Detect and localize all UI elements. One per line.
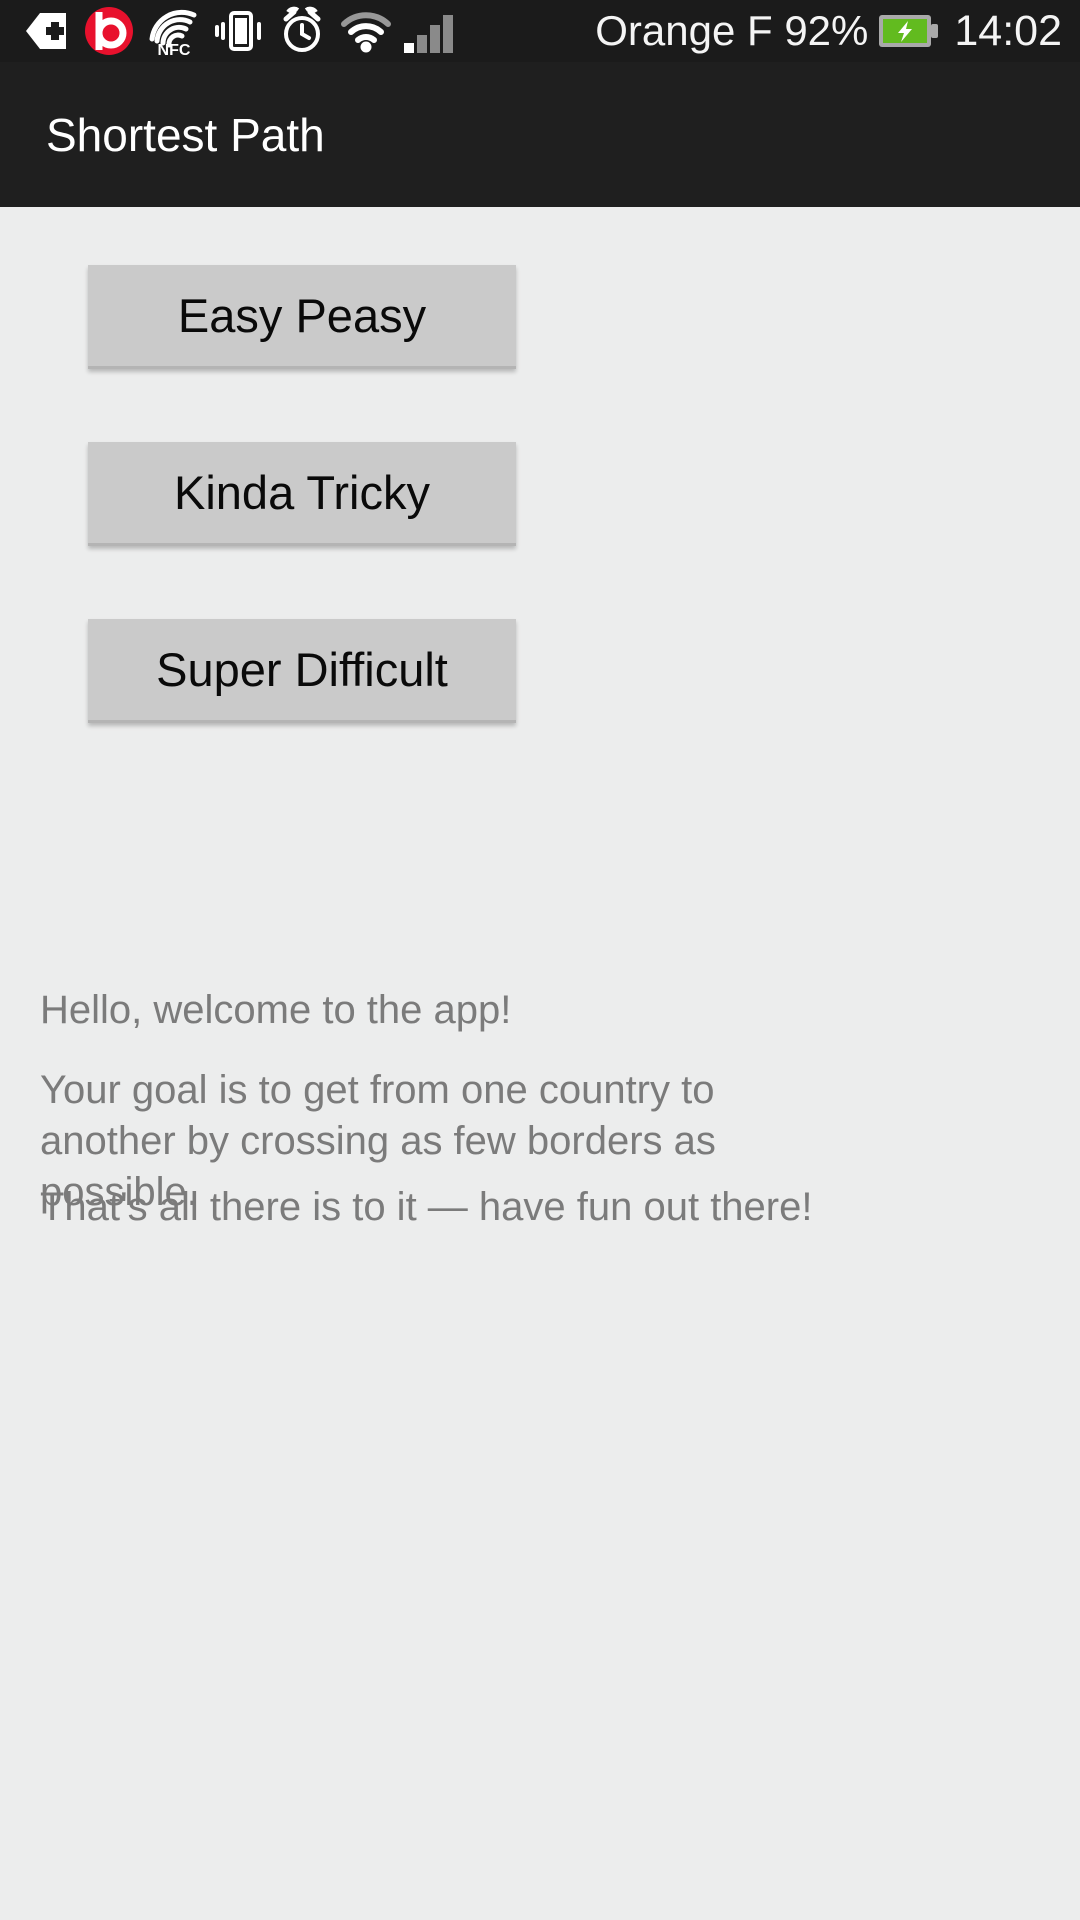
wifi-icon <box>340 5 392 57</box>
svg-text:NFC: NFC <box>158 42 191 57</box>
status-bar-notification-icons: NFC <box>24 5 460 57</box>
battery-charging-icon <box>878 5 940 57</box>
vibrate-icon <box>214 5 264 57</box>
alarm-clock-icon <box>276 5 328 57</box>
welcome-paragraph: Hello, welcome to the app! <box>40 988 512 1032</box>
easy-peasy-button[interactable]: Easy Peasy <box>88 265 516 369</box>
closing-paragraph: That's all there is to it — have fun out… <box>40 1185 813 1229</box>
action-bar: Shortest Path <box>0 62 1080 207</box>
kinda-tricky-button[interactable]: Kinda Tricky <box>88 442 516 546</box>
status-bar-clock: 14:02 <box>954 6 1062 55</box>
tag-plus-icon <box>24 5 68 57</box>
super-difficult-button[interactable]: Super Difficult <box>88 619 516 723</box>
nfc-icon: NFC <box>146 5 202 57</box>
beats-audio-icon <box>84 5 134 57</box>
page-title: Shortest Path <box>46 108 325 161</box>
carrier-and-battery-label: Orange F 92% <box>595 7 869 54</box>
main-content: Easy Peasy Kinda Tricky Super Difficult … <box>0 207 1080 1920</box>
cellular-signal-icon <box>402 5 460 57</box>
status-bar[interactable]: NFC Orange F 92% 14:02 <box>0 0 1080 62</box>
